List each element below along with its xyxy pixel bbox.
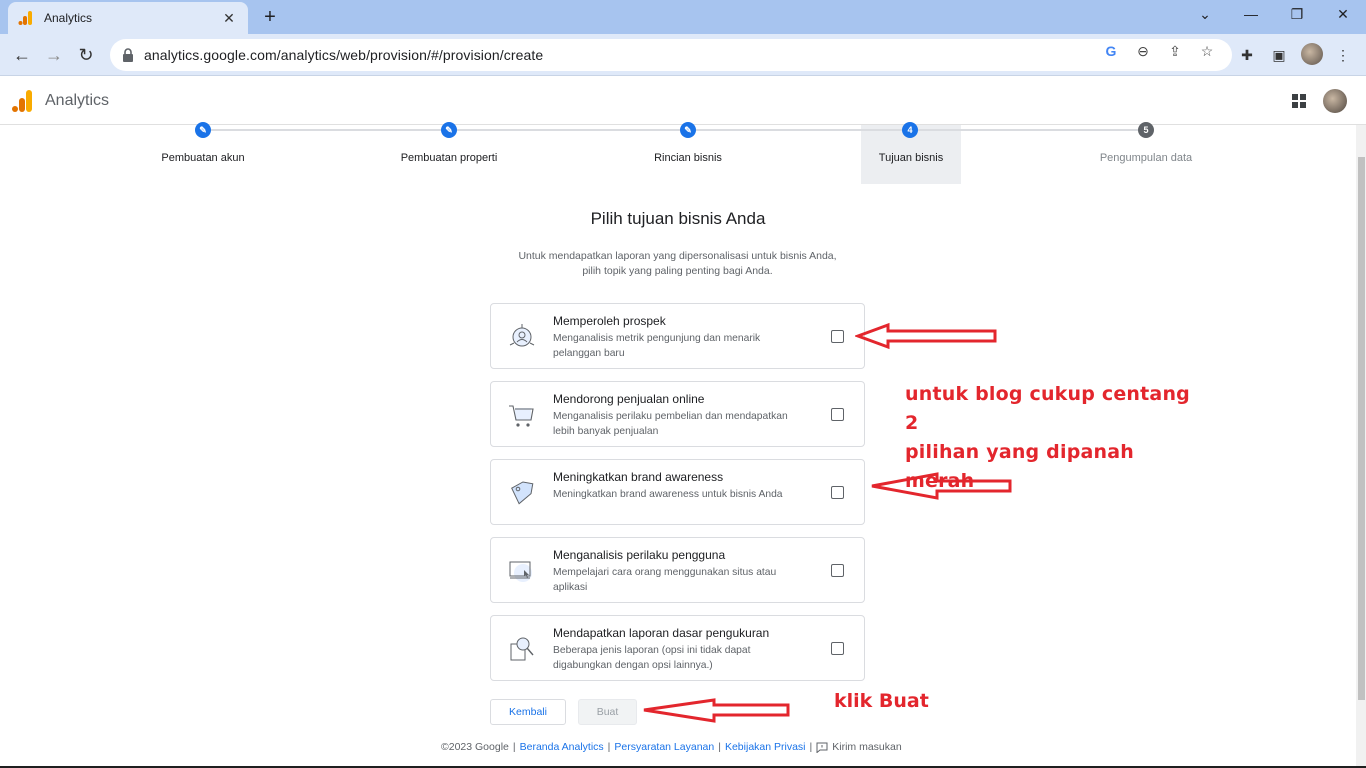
step-label[interactable]: Pembuatan akun xyxy=(161,152,244,164)
footer-link-home[interactable]: Beranda Analytics xyxy=(520,741,604,753)
app-header: Analytics xyxy=(0,77,1366,125)
tab-close-icon[interactable]: ✕ xyxy=(220,10,238,27)
window-close-icon[interactable]: ✕ xyxy=(1333,6,1353,23)
analytics-logo-icon xyxy=(12,90,32,112)
footer-link-terms[interactable]: Persyaratan Layanan xyxy=(614,741,714,753)
option-card-leads[interactable]: Memperoleh prospek Menganalisis metrik p… xyxy=(490,303,865,369)
option-title: Menganalisis perilaku pengguna xyxy=(553,548,726,562)
option-card-baseline-reports[interactable]: Mendapatkan laporan dasar pengukuran Beb… xyxy=(490,615,865,681)
footer-separator: | xyxy=(718,741,721,753)
page-title: Pilih tujuan bisnis Anda xyxy=(590,209,766,228)
footer-copyright: ©2023 Google xyxy=(441,741,509,753)
tab-title: Analytics xyxy=(44,11,93,25)
option-checkbox[interactable] xyxy=(831,408,844,421)
step-5-number: 5 xyxy=(1138,122,1154,138)
footer-link-privacy[interactable]: Kebijakan Privasi xyxy=(725,741,806,753)
tag-icon xyxy=(511,481,534,505)
annotation-create: klik Buat xyxy=(815,686,942,717)
footer-separator: | xyxy=(809,741,813,753)
step-2-done-edit-icon[interactable]: ✎ xyxy=(441,122,457,138)
profile-avatar[interactable] xyxy=(1301,43,1323,65)
app-title: Analytics xyxy=(45,92,110,109)
magnifier-report-icon xyxy=(510,637,534,661)
lock-icon xyxy=(123,48,133,62)
subtitle-line: Untuk mendapatkan laporan yang dipersona… xyxy=(518,250,837,262)
reload-icon[interactable]: ↻ xyxy=(75,44,97,66)
url-text: analytics.google.com/analytics/web/provi… xyxy=(144,47,544,63)
option-card-online-sales[interactable]: Mendorong penjualan online Menganalisis … xyxy=(490,381,865,447)
address-bar[interactable]: analytics.google.com/analytics/web/provi… xyxy=(110,39,1232,71)
red-arrow-icon xyxy=(855,322,997,350)
option-title: Meningkatkan brand awareness xyxy=(553,470,724,484)
option-description: Menganalisis metrik pengunjung dan menar… xyxy=(553,333,761,359)
google-icon[interactable]: G xyxy=(1102,42,1120,60)
footer-feedback[interactable]: Kirim masukan xyxy=(832,741,901,753)
step-label-pending: Pengumpulan data xyxy=(1099,152,1193,164)
option-description: Menganalisis perilaku pembelian dan mend… xyxy=(553,411,788,437)
shopping-cart-icon xyxy=(509,405,534,427)
annotation-line: pilihan yang dipanah merah xyxy=(905,441,1134,492)
page-footer: ©2023 Google | Beranda Analytics | Persy… xyxy=(441,741,902,753)
option-description: Meningkatkan brand awareness untuk bisni… xyxy=(553,489,783,500)
option-description: Mempelajari cara orang menggunakan situs… xyxy=(553,567,777,593)
step-connector xyxy=(696,129,902,131)
forward-icon[interactable]: → xyxy=(43,44,65,66)
restore-icon[interactable]: ❐ xyxy=(1287,6,1307,23)
browser-tab-bar: Analytics ✕ + ⌄ — ❐ ✕ xyxy=(0,0,1366,34)
footer-separator: | xyxy=(607,741,611,753)
new-tab-button[interactable]: + xyxy=(260,6,280,29)
page-subtitle: Untuk mendapatkan laporan yang dipersona… xyxy=(490,249,865,279)
option-title: Memperoleh prospek xyxy=(553,314,666,328)
apps-grid-icon[interactable] xyxy=(1292,94,1306,108)
step-label[interactable]: Pembuatan properti xyxy=(401,152,498,164)
option-card-user-behavior[interactable]: Menganalisis perilaku pengguna Mempelaja… xyxy=(490,537,865,603)
tab-search-icon[interactable]: ⌄ xyxy=(1195,6,1215,23)
extensions-icon[interactable]: ✚ xyxy=(1238,46,1256,64)
option-title: Mendorong penjualan online xyxy=(553,392,705,406)
step-connector xyxy=(211,129,441,131)
screen: Analytics ✕ + ⌄ — ❐ ✕ ← → ↻ analytics.go… xyxy=(0,0,1366,768)
scrollbar-thumb[interactable] xyxy=(1358,157,1365,700)
feedback-icon[interactable] xyxy=(816,742,828,753)
footer-separator: | xyxy=(512,741,516,753)
back-button[interactable]: Kembali xyxy=(490,699,566,725)
option-checkbox[interactable] xyxy=(831,486,844,499)
share-icon[interactable]: ⇪ xyxy=(1166,42,1184,60)
target-person-icon xyxy=(509,324,535,347)
screen-cursor-icon xyxy=(509,561,532,582)
minimize-icon[interactable]: — xyxy=(1241,6,1261,22)
option-title: Mendapatkan laporan dasar pengukuran xyxy=(553,626,770,640)
option-card-brand-awareness[interactable]: Meningkatkan brand awareness Meningkatka… xyxy=(490,459,865,525)
step-label[interactable]: Rincian bisnis xyxy=(654,152,722,164)
step-connector xyxy=(457,129,680,131)
create-button[interactable]: Buat xyxy=(578,699,637,725)
red-arrow-icon xyxy=(643,698,790,723)
browser-tab[interactable]: Analytics ✕ xyxy=(8,2,248,34)
menu-kebab-icon[interactable]: ⋮ xyxy=(1334,46,1352,64)
zoom-icon[interactable]: ⊖ xyxy=(1134,42,1152,60)
bookmark-star-icon[interactable]: ☆ xyxy=(1198,42,1216,60)
step-3-done-edit-icon[interactable]: ✎ xyxy=(680,122,696,138)
step-label-active: Tujuan bisnis xyxy=(878,152,944,164)
browser-toolbar: ← → ↻ analytics.google.com/analytics/web… xyxy=(0,34,1366,76)
account-avatar[interactable] xyxy=(1323,89,1347,113)
step-4-number: 4 xyxy=(902,122,918,138)
option-checkbox[interactable] xyxy=(831,330,844,343)
step-1-done-edit-icon[interactable]: ✎ xyxy=(195,122,211,138)
side-panel-icon[interactable]: ▣ xyxy=(1270,46,1288,64)
analytics-favicon-icon xyxy=(18,11,32,25)
step-connector xyxy=(918,129,1138,131)
option-description: Beberapa jenis laporan (opsi ini tidak d… xyxy=(553,645,751,671)
annotation-line: untuk blog cukup centang 2 xyxy=(905,383,1190,434)
annotation-note: untuk blog cukup centang 2 pilihan yang … xyxy=(899,378,1191,492)
option-checkbox[interactable] xyxy=(831,642,844,655)
back-icon[interactable]: ← xyxy=(11,44,33,66)
option-checkbox[interactable] xyxy=(831,564,844,577)
subtitle-line: pilih topik yang paling penting bagi And… xyxy=(582,265,773,277)
